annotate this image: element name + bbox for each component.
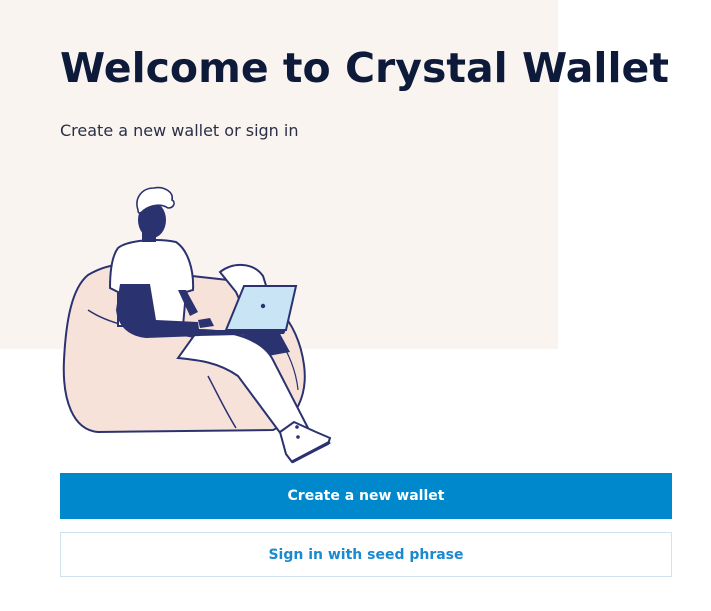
- person-on-beanbag-icon: [62, 186, 332, 464]
- welcome-screen: Welcome to Crystal Wallet Create a new w…: [0, 0, 711, 611]
- create-wallet-button[interactable]: Create a new wallet: [60, 473, 672, 519]
- person-on-beanbag-illustration: [58, 180, 338, 470]
- page-subtitle: Create a new wallet or sign in: [60, 121, 299, 140]
- page-title: Welcome to Crystal Wallet: [60, 44, 669, 92]
- sign-in-seed-phrase-button[interactable]: Sign in with seed phrase: [60, 532, 672, 577]
